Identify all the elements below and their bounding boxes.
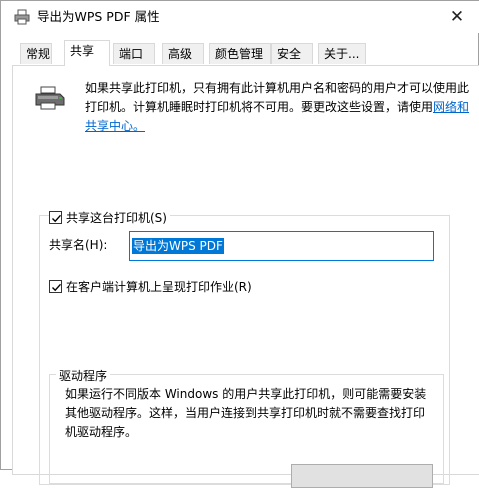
checkbox-box[interactable] [49,211,62,224]
tab-sharing[interactable]: 共享 [64,40,110,66]
checkmark-icon [52,283,62,292]
share-printer-checkbox[interactable]: 共享这台打印机(S) [49,209,170,226]
share-printer-label: 共享这台打印机(S) [66,211,167,225]
share-name-label: 共享名(H): [49,238,108,252]
sharing-info-text: 如果共享此打印机，只有拥有此计算机用户名和密码的用户才可以使用此打印机。计算机睡… [85,79,470,136]
tab-bar: 常规 共享 端口 高级 颜色管理 安全 关于... [1,33,479,66]
checkmark-icon [52,214,62,223]
tab-ports[interactable]: 端口 [113,43,155,64]
tab-about[interactable]: 关于... [318,43,366,64]
share-name-value: 导出为WPS PDF [132,238,224,254]
checkbox-box[interactable] [49,280,62,293]
printer-icon [14,9,30,25]
printer-icon [34,86,66,110]
close-button[interactable]: ✕ [434,1,479,32]
window-title: 导出为WPS PDF 属性 [37,9,160,24]
tab-general[interactable]: 常规 [20,43,52,64]
render-on-client-checkbox[interactable]: 在客户端计算机上呈现打印作业(R) [49,278,252,295]
title-bar: 导出为WPS PDF 属性 ✕ [1,1,479,33]
share-name-input[interactable]: 导出为WPS PDF [129,231,434,261]
close-icon: ✕ [449,6,465,27]
printer-properties-dialog: 导出为WPS PDF 属性 ✕ 常规 共享 端口 高级 颜色管理 安全 关于..… [0,0,479,488]
tab-advanced[interactable]: 高级 [162,43,204,64]
tab-color-management[interactable]: 颜色管理 [209,43,271,64]
drivers-group-title: 驱动程序 [56,367,111,384]
sharing-info-body: 如果共享此打印机，只有拥有此计算机用户名和密码的用户才可以使用此打印机。计算机睡… [85,81,470,114]
additional-drivers-button[interactable] [291,464,433,488]
render-on-client-label: 在客户端计算机上呈现打印作业(R) [66,280,252,294]
tab-security[interactable]: 安全 [271,43,313,64]
drivers-info-text: 如果运行不同版本 Windows 的用户共享此打印机，则可能需要安装其他驱动程序… [65,387,427,439]
